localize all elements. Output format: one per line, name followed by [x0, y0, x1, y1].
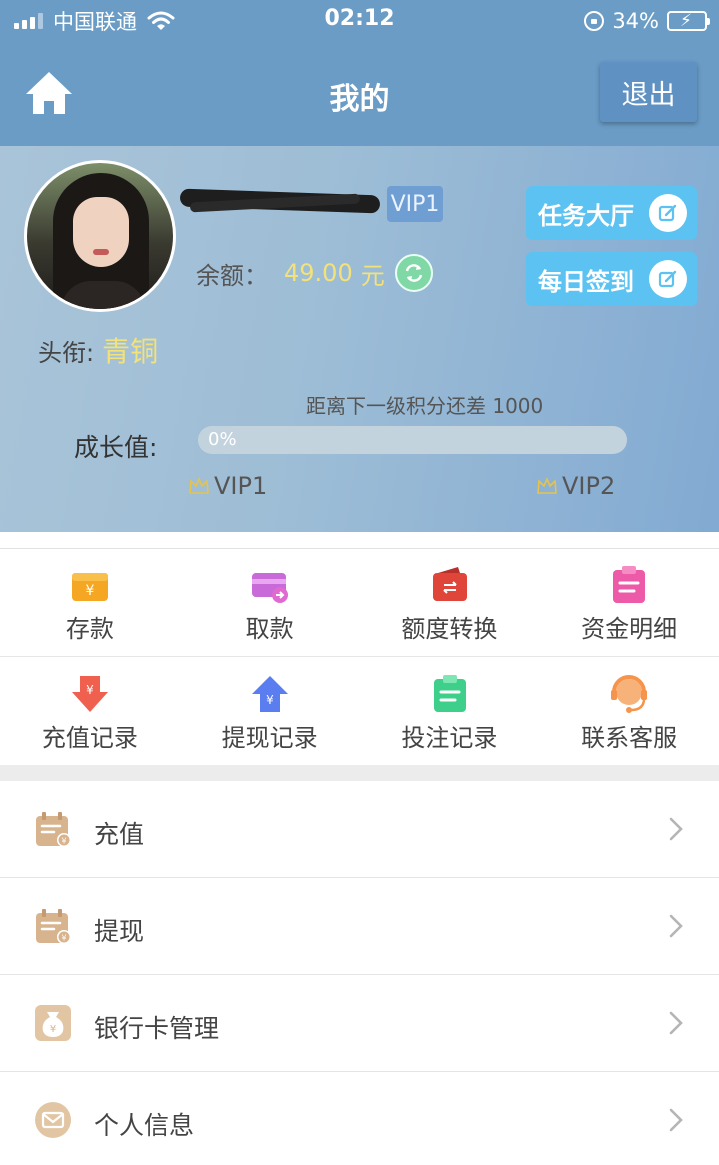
avatar-face: [73, 197, 129, 267]
status-right: 34% ⚡: [584, 7, 710, 35]
list-item-label: 提现: [94, 917, 145, 946]
quick-actions-grid: ¥ 存款 取款 额度转换 资金明细 ¥ 充值记录 ¥ 提现记录 投注记录 联系客…: [0, 548, 719, 765]
edit-icon: [649, 194, 687, 232]
list-item-recharge[interactable]: ¥ 充值: [0, 781, 719, 878]
refresh-balance-button[interactable]: [394, 254, 433, 292]
transfer-wallet-icon: [432, 567, 467, 601]
growth-label: 成长值:: [74, 433, 158, 462]
section-divider: [0, 765, 719, 781]
funds-detail-button[interactable]: 资金明细: [539, 549, 719, 657]
crown-icon: [189, 476, 209, 494]
battery-percent: 34%: [612, 9, 659, 33]
balance-unit: 元: [360, 261, 385, 290]
withdraw-label: 取款: [245, 615, 294, 643]
home-button[interactable]: [24, 70, 74, 116]
withdraw-record-label: 提现记录: [221, 724, 318, 752]
list-item-label: 充值: [94, 820, 145, 849]
next-level-mark: VIP2: [536, 472, 615, 500]
customer-service-label: 联系客服: [581, 724, 678, 752]
quota-transfer-button[interactable]: 额度转换: [360, 549, 540, 657]
withdraw-button[interactable]: 取款: [180, 549, 360, 657]
funds-detail-label: 资金明细: [581, 615, 678, 643]
next-level-label: VIP2: [562, 472, 616, 500]
funds-detail-icon: [613, 566, 646, 603]
daily-sign-label: 每日签到: [538, 267, 634, 296]
withdraw-card-icon: [251, 573, 288, 603]
current-level-mark: VIP1: [188, 472, 267, 500]
bet-record-label: 投注记录: [401, 724, 498, 752]
rank-title-value: 青铜: [102, 335, 159, 368]
list-item-label: 银行卡管理: [94, 1014, 220, 1043]
quota-transfer-label: 额度转换: [401, 615, 498, 643]
deposit-label: 存款: [65, 615, 114, 643]
growth-progress-bar: 0%: [198, 426, 627, 454]
crown-icon: [537, 476, 557, 494]
withdraw-icon: ¥: [36, 909, 71, 944]
deposit-button[interactable]: ¥ 存款: [0, 549, 180, 657]
profile-header: VIP1 余额： 49.00 元 任务大厅 每日签到 头衔: 青铜 距离下一级积…: [0, 146, 719, 532]
recharge-record-icon: ¥: [72, 676, 108, 712]
chevron-right-icon: [669, 817, 683, 841]
rank-title-row: 头衔: 青铜: [38, 330, 158, 370]
refresh-icon: [405, 264, 422, 282]
quick-actions-row: ¥ 存款 取款 额度转换 资金明细: [0, 549, 719, 657]
nav-bar: 我的 退出: [0, 42, 719, 146]
avatar-lips: [93, 249, 109, 255]
svg-text:¥: ¥: [61, 934, 66, 943]
recharge-record-label: 充值记录: [41, 724, 138, 752]
balance-amount: 49.00: [284, 259, 353, 287]
bet-record-button[interactable]: 投注记录: [360, 658, 540, 766]
bet-record-icon: [433, 675, 466, 712]
balance-label: 余额：: [196, 261, 268, 290]
svg-text:¥: ¥: [50, 1024, 56, 1035]
next-level-text: 距离下一级积分还差 1000: [306, 394, 544, 418]
recharge-icon: ¥: [36, 812, 71, 847]
chevron-right-icon: [669, 914, 683, 938]
username-redacted: [179, 188, 381, 214]
logout-button[interactable]: 退出: [600, 62, 697, 122]
bank-card-icon: ¥: [35, 1005, 71, 1041]
balance-row: 余额： 49.00 元: [196, 254, 433, 292]
list-item-label: 个人信息: [94, 1111, 195, 1140]
avatar[interactable]: [24, 160, 176, 312]
recharge-record-button[interactable]: ¥ 充值记录: [0, 658, 180, 766]
customer-service-button[interactable]: 联系客服: [539, 658, 719, 766]
battery-charging-icon: ⚡: [667, 11, 710, 31]
quick-actions-row: ¥ 充值记录 ¥ 提现记录 投注记录 联系客服: [0, 658, 719, 766]
current-level-label: VIP1: [214, 472, 268, 500]
withdraw-record-button[interactable]: ¥ 提现记录: [180, 658, 360, 766]
growth-percent: 0%: [208, 429, 237, 450]
withdraw-record-icon: ¥: [251, 676, 288, 712]
personal-info-icon: [35, 1102, 71, 1138]
home-icon: [26, 72, 72, 114]
svg-text:¥: ¥: [86, 683, 94, 697]
chevron-right-icon: [669, 1108, 683, 1132]
list-item-personal-info[interactable]: 个人信息: [0, 1072, 719, 1165]
svg-text:¥: ¥: [86, 583, 95, 599]
edit-icon: [649, 260, 687, 298]
bolt-icon: ⚡: [680, 11, 692, 31]
task-hall-label: 任务大厅: [538, 201, 634, 230]
chevron-right-icon: [669, 1011, 683, 1035]
svg-text:¥: ¥: [61, 837, 66, 846]
task-hall-button[interactable]: 任务大厅: [526, 186, 697, 240]
avatar-body: [61, 281, 145, 309]
list-item-withdraw[interactable]: ¥ 提现: [0, 878, 719, 975]
vip-badge: VIP1: [387, 186, 443, 222]
settings-list: ¥ 充值 ¥ 提现 ¥ 银行卡管理 个人信息: [0, 781, 719, 1165]
list-item-bank-card[interactable]: ¥ 银行卡管理: [0, 975, 719, 1072]
daily-sign-button[interactable]: 每日签到: [526, 252, 697, 306]
deposit-icon: ¥: [72, 573, 108, 601]
customer-service-icon: [611, 675, 648, 713]
rank-title-label: 头衔:: [38, 338, 95, 367]
status-bar: 中国联通 02:12 34% ⚡: [0, 0, 719, 42]
svg-text:¥: ¥: [266, 693, 274, 707]
rotation-lock-icon: [584, 11, 605, 31]
